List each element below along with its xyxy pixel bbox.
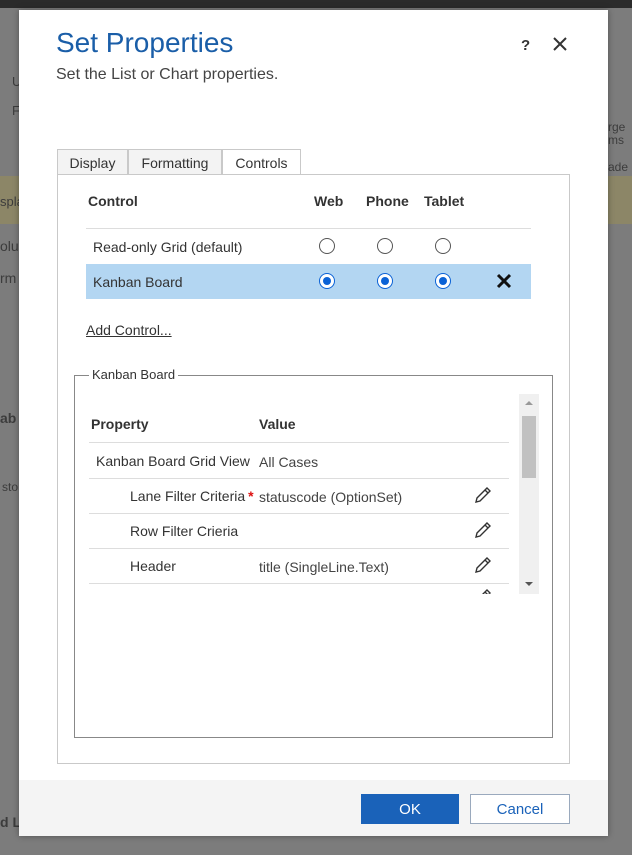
app-top-bar (0, 0, 632, 8)
control-row-kanban-board[interactable]: Kanban Board (86, 264, 531, 299)
row-divider (89, 583, 509, 584)
property-name: Header (130, 558, 176, 574)
property-name: Row Filter Crieria (130, 523, 239, 539)
phone-radio[interactable] (377, 238, 393, 254)
cancel-button[interactable]: Cancel (470, 794, 570, 824)
property-value: statuscode (OptionSet) (259, 489, 403, 505)
property-name: Lane Filter Criteria * (130, 488, 254, 504)
pencil-edit-icon[interactable] (473, 485, 493, 505)
set-properties-dialog: Set Properties Set the List or Chart pro… (19, 10, 608, 836)
control-label: Read-only Grid (default) (93, 239, 243, 255)
property-value: title (SingleLine.Text) (259, 559, 389, 575)
web-radio-selected[interactable] (319, 273, 335, 289)
control-row-readonly-grid[interactable]: Read-only Grid (default) (86, 229, 531, 264)
web-radio[interactable] (319, 238, 335, 254)
property-row[interactable]: Lane Filter Criteria * statuscode (Option… (89, 478, 509, 513)
pencil-edit-icon[interactable] (473, 587, 493, 594)
column-header-property: Property (91, 416, 149, 432)
scroll-down-arrow-icon[interactable] (524, 579, 534, 589)
property-value: All Cases (259, 454, 319, 470)
property-name: Kanban Board Grid View (96, 453, 250, 469)
phone-radio-selected[interactable] (377, 273, 393, 289)
dialog-footer: OK Cancel (19, 780, 608, 836)
tab-controls[interactable]: Controls (222, 149, 301, 176)
column-header-tablet: Tablet (424, 193, 465, 209)
property-row[interactable]: Row Filter Crieria (89, 513, 509, 548)
dialog-subtitle: Set the List or Chart properties. (56, 66, 279, 83)
background-text: ade (608, 160, 629, 174)
tab-formatting[interactable]: Formatting (128, 149, 222, 175)
kanban-board-properties-group: Kanban Board Property Value Kanban Board… (74, 367, 553, 738)
background-text: sto (2, 480, 19, 494)
controls-tab-panel: Control Web Phone Tablet Read-only Grid … (57, 174, 570, 764)
column-header-control: Control (88, 193, 138, 209)
close-icon[interactable] (551, 34, 569, 54)
scrollbar-thumb[interactable] (522, 416, 536, 478)
column-header-value: Value (259, 416, 296, 432)
background-text: rm (0, 270, 17, 286)
add-control-link[interactable]: Add Control... (86, 322, 172, 338)
tab-display[interactable]: Display (57, 149, 128, 175)
background-notification-bar-right (606, 176, 632, 224)
scroll-up-arrow-icon[interactable] (524, 398, 534, 408)
tablet-radio[interactable] (435, 238, 451, 254)
property-table: Property Value Kanban Board Grid View Al… (89, 394, 509, 594)
control-label: Kanban Board (93, 274, 183, 290)
help-icon[interactable]: ? (521, 37, 530, 54)
property-row[interactable]: Kanban Board Grid View All Cases (89, 443, 509, 478)
background-text: d L (0, 814, 21, 830)
background-text: ab (0, 410, 17, 426)
background-text: olu (0, 238, 19, 254)
tablet-radio-selected[interactable] (435, 273, 451, 289)
background-text: ms (608, 133, 624, 147)
background-text: rge (608, 120, 626, 134)
pencil-edit-icon[interactable] (473, 555, 493, 575)
property-table-scrollbar[interactable] (519, 394, 539, 594)
pencil-edit-icon[interactable] (473, 520, 493, 540)
group-legend: Kanban Board (89, 367, 179, 382)
column-header-web: Web (314, 193, 344, 209)
required-marker: * (248, 488, 254, 504)
dialog-title: Set Properties (56, 27, 234, 58)
column-header-phone: Phone (366, 193, 409, 209)
ok-button[interactable]: OK (361, 794, 459, 824)
remove-control-icon[interactable] (495, 271, 513, 291)
property-row[interactable]: Header title (SingleLine.Text) (89, 548, 509, 583)
